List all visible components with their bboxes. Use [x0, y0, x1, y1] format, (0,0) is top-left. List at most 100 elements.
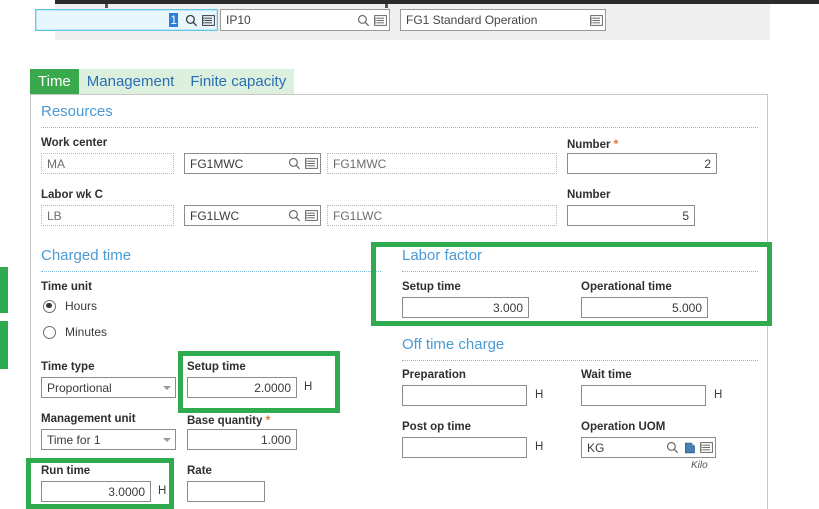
charged-time-section-title: Charged time: [41, 247, 132, 264]
labor-wk-c-description-field: FG1LWC: [327, 205, 557, 226]
time-unit-option-hours[interactable]: Hours: [43, 299, 97, 313]
off-time-charge-section-rule: [402, 360, 758, 361]
rate-field[interactable]: [187, 481, 265, 502]
lookup-icon[interactable]: [303, 206, 320, 226]
labor-wk-c-code-value: FG1LWC: [190, 208, 240, 223]
management-unit-label: Management unit: [41, 413, 136, 425]
toolbar-tick-right: [385, 4, 388, 8]
tab-time[interactable]: Time: [30, 69, 79, 94]
base-quantity-label-text: Base quantity: [187, 415, 263, 427]
tab-finite-capacity[interactable]: Finite capacity: [182, 69, 295, 94]
labor-wk-c-number-label: Number: [567, 189, 611, 201]
work-center-code-value: FG1MWC: [190, 156, 244, 171]
work-center-description-field: FG1MWC: [327, 153, 557, 174]
chevron-down-icon[interactable]: [159, 437, 175, 442]
operation-description-field[interactable]: FG1 Standard Operation: [400, 9, 606, 31]
run-time-field[interactable]: 3.0000: [41, 481, 151, 502]
labor-factor-operational-time-field[interactable]: 5.000: [581, 297, 708, 318]
work-center-type-value: MA: [47, 156, 65, 171]
lookup-icon[interactable]: [698, 438, 715, 458]
lookup-icon[interactable]: [588, 10, 605, 30]
lookup-icon[interactable]: [372, 10, 389, 30]
time-unit-option-minutes[interactable]: Minutes: [43, 325, 107, 339]
wait-time-field[interactable]: [581, 385, 706, 406]
work-center-number-label: Number *: [567, 137, 618, 151]
sequence-field[interactable]: 1: [35, 9, 218, 31]
labor-wk-c-label: Labor wk C: [41, 189, 103, 201]
lookup-icon[interactable]: [200, 10, 217, 30]
setup-time-field[interactable]: 2.0000: [187, 377, 297, 398]
work-center-label: Work center: [41, 137, 108, 149]
setup-time-value: 2.0000: [254, 380, 291, 395]
labor-wk-c-code-field[interactable]: FG1LWC: [184, 205, 321, 226]
tab-management-label: Management: [86, 73, 175, 90]
chevron-down-icon[interactable]: [159, 385, 175, 390]
labor-factor-setup-time-label: Setup time: [402, 281, 461, 293]
search-icon[interactable]: [183, 10, 200, 30]
tab-management[interactable]: Management: [78, 69, 183, 94]
sequence-field-selected-text: 1: [169, 13, 178, 27]
work-center-type-field: MA: [41, 153, 174, 174]
time-tab-panel: Resources Work center MA FG1MWC FG1MWC N…: [30, 94, 768, 509]
post-op-time-field[interactable]: [402, 437, 527, 458]
base-quantity-field[interactable]: 1.000: [187, 429, 297, 450]
work-center-code-field[interactable]: FG1MWC: [184, 153, 321, 174]
tab-finite-capacity-label: Finite capacity: [190, 73, 287, 90]
labor-factor-section-title: Labor factor: [402, 247, 483, 264]
operation-header-toolbar: 1 IP10 FG1 Standard Operation: [35, 4, 770, 40]
window-top-strip-gap: [0, 0, 55, 4]
labor-wk-c-number-field[interactable]: 5: [567, 205, 695, 226]
operation-uom-note: Kilo: [691, 460, 708, 471]
off-time-charge-section-title: Off time charge: [402, 336, 505, 353]
search-icon[interactable]: [664, 438, 681, 458]
time-type-value: Proportional: [47, 380, 112, 395]
radio-hours-icon[interactable]: [43, 299, 56, 313]
search-icon[interactable]: [355, 10, 372, 30]
labor-factor-operational-time-value: 5.000: [671, 300, 702, 315]
preparation-field[interactable]: [402, 385, 527, 406]
wait-time-unit: H: [714, 389, 723, 401]
operation-uom-field[interactable]: KG: [581, 437, 716, 458]
rate-label: Rate: [187, 465, 212, 477]
post-op-time-label: Post op time: [402, 421, 472, 433]
operation-uom-label: Operation UOM: [581, 421, 666, 433]
radio-minutes-icon[interactable]: [43, 325, 56, 339]
time-unit-option-minutes-label: Minutes: [65, 325, 108, 339]
base-quantity-label: Base quantity *: [187, 413, 270, 427]
labor-factor-operational-time-label: Operational time: [581, 281, 672, 293]
management-unit-select[interactable]: Time for 1: [41, 429, 176, 450]
jump-to-record-icon[interactable]: [681, 438, 698, 458]
toolbar-tick-left: [105, 4, 108, 8]
tab-time-label: Time: [38, 73, 71, 90]
setup-time-label: Setup time: [187, 361, 246, 373]
operation-description-value: FG1 Standard Operation: [406, 13, 538, 27]
work-center-number-field[interactable]: 2: [567, 153, 717, 174]
operation-uom-value: KG: [587, 440, 605, 455]
wait-time-label: Wait time: [581, 369, 632, 381]
post-op-time-unit: H: [535, 441, 544, 453]
tab-bar: Time Management Finite capacity: [30, 69, 295, 94]
management-unit-value: Time for 1: [47, 432, 101, 447]
preparation-unit: H: [535, 389, 544, 401]
sequence-field-value: 1: [36, 13, 183, 27]
operation-code-value: IP10: [226, 13, 251, 27]
preparation-label: Preparation: [402, 369, 466, 381]
time-type-label: Time type: [41, 361, 95, 373]
time-type-select[interactable]: Proportional: [41, 377, 176, 398]
run-time-value: 3.0000: [108, 484, 145, 499]
labor-wk-c-type-value: LB: [47, 208, 62, 223]
search-icon[interactable]: [286, 154, 303, 174]
search-icon[interactable]: [286, 206, 303, 226]
left-edge-highlight-bar-lower: [0, 321, 8, 369]
labor-factor-setup-time-field[interactable]: 3.000: [402, 297, 529, 318]
labor-factor-setup-time-value: 3.000: [492, 300, 523, 315]
lookup-icon[interactable]: [303, 154, 320, 174]
setup-time-unit: H: [304, 381, 313, 393]
left-edge-highlight-bar-upper: [0, 267, 8, 313]
charged-time-section-rule: [41, 271, 381, 272]
labor-wk-c-number-value: 5: [682, 208, 689, 223]
run-time-unit: H: [158, 485, 167, 497]
base-quantity-value: 1.000: [260, 432, 291, 447]
operation-code-field[interactable]: IP10: [220, 9, 390, 31]
required-marker: *: [265, 413, 271, 427]
